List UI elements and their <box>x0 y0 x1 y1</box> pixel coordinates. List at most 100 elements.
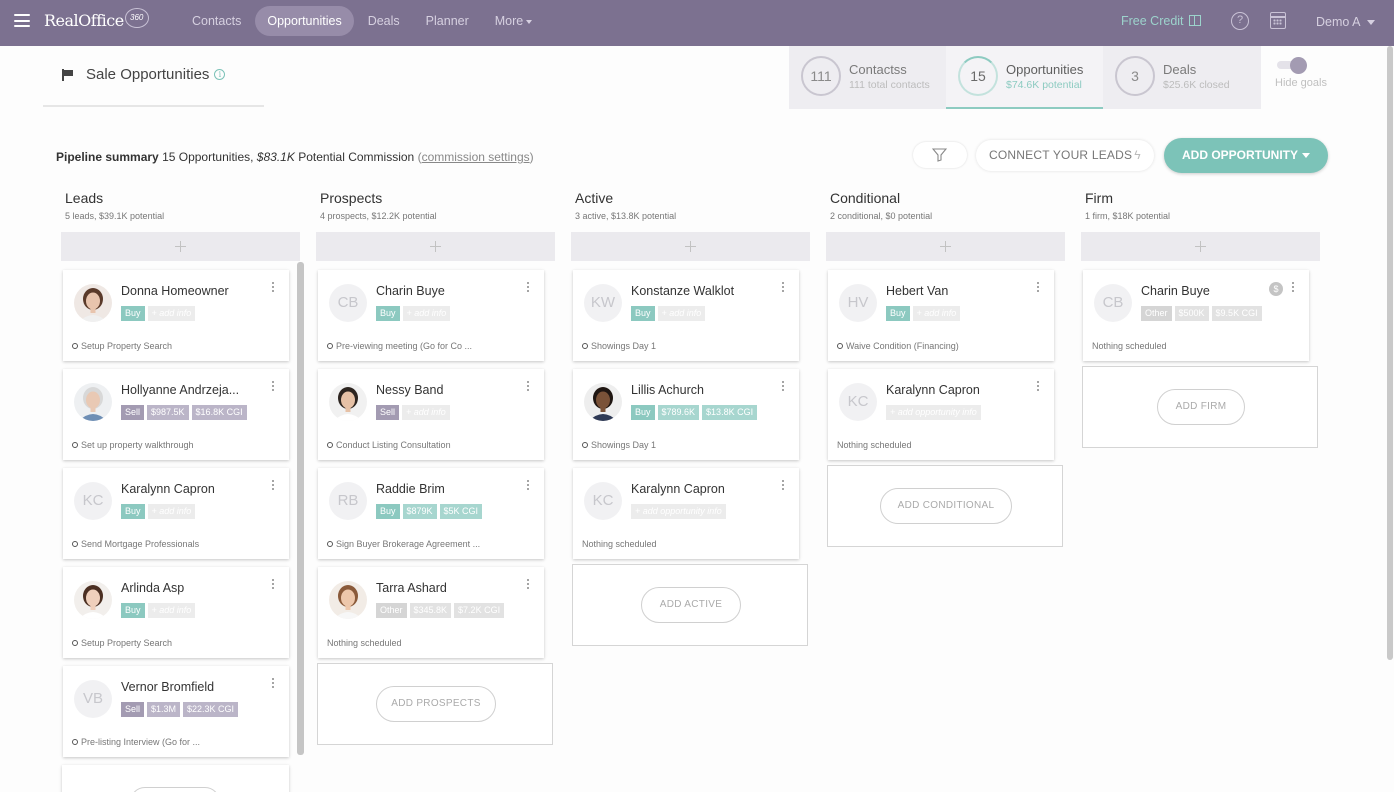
add-info-tag[interactable]: + add info <box>912 306 961 321</box>
more-vertical-icon[interactable] <box>271 678 275 690</box>
opportunity-card[interactable]: KC Karalynn Capron + add opportunity info N… <box>573 468 799 559</box>
task-checkbox-icon[interactable] <box>72 343 78 349</box>
contact-name[interactable]: Karalynn Capron <box>886 383 1041 397</box>
add-stage-button[interactable]: ADD FIRM <box>1157 389 1245 425</box>
add-info-tag[interactable]: + add opportunity info <box>631 504 726 519</box>
free-credit-link[interactable]: Free Credit <box>1121 14 1201 28</box>
more-vertical-icon[interactable] <box>781 282 785 294</box>
next-task[interactable]: Conduct Listing Consultation <box>327 440 451 450</box>
task-checkbox-icon[interactable] <box>72 442 78 448</box>
calendar-icon[interactable] <box>1270 12 1286 29</box>
help-icon[interactable]: ? <box>1231 12 1249 30</box>
contact-name[interactable]: Hollyanne Andrzeja... <box>121 383 276 397</box>
app-logo[interactable]: RealOffice 360 <box>44 7 149 30</box>
task-checkbox-icon[interactable] <box>72 739 78 745</box>
contact-name[interactable]: Hebert Van <box>886 284 1041 298</box>
next-task[interactable]: Waive Condition (Financing) <box>837 341 959 351</box>
add-stage-button[interactable]: ADD PROSPECTS <box>376 686 496 722</box>
connect-leads-button[interactable]: CONNECT YOUR LEADS ϟ <box>976 140 1154 171</box>
add-card-plus-button[interactable] <box>826 232 1065 261</box>
task-checkbox-icon[interactable] <box>327 442 333 448</box>
nav-opportunities[interactable]: Opportunities <box>255 6 354 36</box>
more-vertical-icon[interactable] <box>271 381 275 393</box>
task-checkbox-icon[interactable] <box>582 343 588 349</box>
contact-name[interactable]: Vernor Bromfield <box>121 680 276 694</box>
add-info-tag[interactable]: + add info <box>657 306 706 321</box>
toggle-switch[interactable] <box>1277 57 1307 74</box>
info-icon[interactable]: i <box>214 69 226 80</box>
dollar-icon[interactable]: $ <box>1269 282 1283 296</box>
hide-goals-toggle[interactable]: Hide goals <box>1275 57 1327 89</box>
more-vertical-icon[interactable] <box>526 480 530 492</box>
page-scrollbar[interactable] <box>1387 46 1393 660</box>
contact-name[interactable]: Karalynn Capron <box>631 482 786 496</box>
next-task[interactable]: Set up property walkthrough <box>72 440 194 450</box>
task-checkbox-icon[interactable] <box>582 442 588 448</box>
next-task[interactable]: Showings Day 1 <box>582 440 656 450</box>
opportunity-card[interactable]: KC Karalynn Capron + add opportunity info N… <box>828 369 1054 460</box>
more-vertical-icon[interactable] <box>1291 282 1295 294</box>
contact-name[interactable]: Karalynn Capron <box>121 482 276 496</box>
more-vertical-icon[interactable] <box>526 282 530 294</box>
add-info-tag[interactable]: + add info <box>147 306 196 321</box>
user-menu[interactable]: Demo A <box>1316 15 1376 29</box>
nav-more[interactable]: More <box>483 6 544 36</box>
more-vertical-icon[interactable] <box>1036 282 1040 294</box>
more-vertical-icon[interactable] <box>271 579 275 591</box>
nav-contacts[interactable]: Contacts <box>180 6 253 36</box>
hamburger-menu-icon[interactable] <box>14 14 30 27</box>
opportunity-card[interactable]: HV Hebert Van Buy + add info Waive Condition… <box>828 270 1054 361</box>
more-vertical-icon[interactable] <box>526 579 530 591</box>
add-info-tag[interactable]: + add opportunity info <box>886 405 981 420</box>
add-stage-button[interactable]: ADD ACTIVE <box>641 587 741 623</box>
add-info-tag[interactable]: + add info <box>147 504 196 519</box>
contact-name[interactable]: Charin Buye <box>376 284 531 298</box>
more-vertical-icon[interactable] <box>1036 381 1040 393</box>
opportunity-card[interactable]: Nessy Band Sell + add info Conduct Listing … <box>318 369 544 460</box>
contact-name[interactable]: Raddie Brim <box>376 482 531 496</box>
opportunity-card[interactable]: KC Karalynn Capron Buy + add info Send Mortg… <box>63 468 289 559</box>
contact-name[interactable]: Lillis Achurch <box>631 383 786 397</box>
next-task[interactable]: Sign Buyer Brokerage Agreement ... <box>327 539 480 549</box>
opportunity-card[interactable]: CB Charin Buye $ Other $500K $9.5K CGI Nothing… <box>1083 270 1309 361</box>
nav-deals[interactable]: Deals <box>356 6 412 36</box>
more-vertical-icon[interactable] <box>781 381 785 393</box>
add-info-tag[interactable]: + add info <box>402 306 451 321</box>
next-task[interactable]: Send Mortgage Professionals <box>72 539 199 549</box>
more-vertical-icon[interactable] <box>271 480 275 492</box>
goal-opportunities[interactable]: 15 Opportunities $74.6K potential <box>946 46 1103 109</box>
add-card-plus-button[interactable] <box>1081 232 1320 261</box>
contact-name[interactable]: Arlinda Asp <box>121 581 276 595</box>
task-checkbox-icon[interactable] <box>72 541 78 547</box>
next-task[interactable]: Setup Property Search <box>72 638 172 648</box>
add-card-plus-button[interactable] <box>61 232 300 261</box>
add-leads-button[interactable] <box>130 787 220 792</box>
opportunity-card[interactable]: VB Vernor Bromfield Sell $1.3M $22.3K CGI Pre… <box>63 666 289 757</box>
add-card-plus-button[interactable] <box>571 232 810 261</box>
add-opportunity-button[interactable]: ADD OPPORTUNITY <box>1164 138 1328 173</box>
opportunity-card[interactable]: KW Konstanze Walklot Buy + add info Showings… <box>573 270 799 361</box>
contact-name[interactable]: Donna Homeowner <box>121 284 276 298</box>
next-task[interactable]: Setup Property Search <box>72 341 172 351</box>
opportunity-card[interactable]: Arlinda Asp Buy + add info Setup Property S… <box>63 567 289 658</box>
leads-column-scrollbar[interactable] <box>297 262 304 755</box>
opportunity-card[interactable]: RB Raddie Brim Buy $879K $5K CGI Sign Buyer B… <box>318 468 544 559</box>
more-vertical-icon[interactable] <box>526 381 530 393</box>
opportunity-card[interactable]: Donna Homeowner Buy + add info Setup Proper… <box>63 270 289 361</box>
next-task[interactable]: Pre-viewing meeting (Go for Co ... <box>327 341 472 351</box>
contact-name[interactable]: Nessy Band <box>376 383 531 397</box>
opportunity-card[interactable]: Hollyanne Andrzeja... Sell $987.5K $16.8K C… <box>63 369 289 460</box>
add-stage-button[interactable]: ADD CONDITIONAL <box>880 488 1012 524</box>
task-checkbox-icon[interactable] <box>327 541 333 547</box>
contact-name[interactable]: Tarra Ashard <box>376 581 531 595</box>
next-task[interactable]: Pre-listing Interview (Go for ... <box>72 737 200 747</box>
next-task[interactable]: Showings Day 1 <box>582 341 656 351</box>
contact-name[interactable]: Konstanze Walklot <box>631 284 786 298</box>
nav-planner[interactable]: Planner <box>414 6 481 36</box>
goal-deals[interactable]: 3 Deals $25.6K closed <box>1103 46 1260 109</box>
opportunity-card[interactable]: Lillis Achurch Buy $789.6K $13.8K CGI Showin… <box>573 369 799 460</box>
add-info-tag[interactable]: + add info <box>147 603 196 618</box>
task-checkbox-icon[interactable] <box>837 343 843 349</box>
opportunity-card[interactable]: Tarra Ashard Other $345.8K $7.2K CGI Nothing… <box>318 567 544 658</box>
commission-settings-link[interactable]: commission settings <box>422 150 530 164</box>
